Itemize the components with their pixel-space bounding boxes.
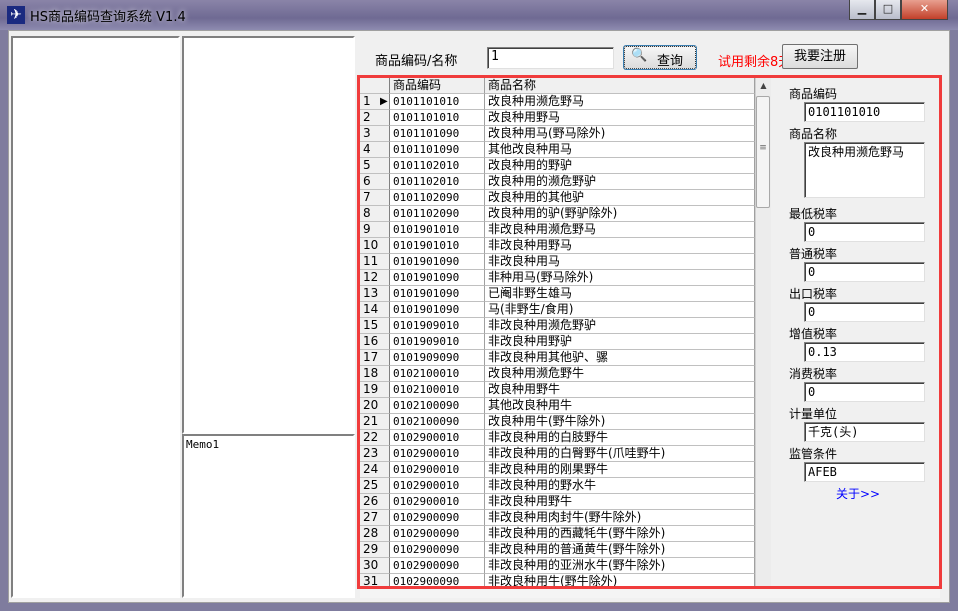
highlight-frame (357, 75, 942, 589)
horizontal-scrollbar[interactable] (360, 588, 940, 598)
close-button[interactable]: ✕ (901, 0, 948, 20)
memo-box[interactable]: Memo1 (182, 434, 355, 598)
maximize-button[interactable]: □ (875, 0, 901, 20)
search-label: 商品编码/名称 (375, 54, 458, 69)
airplane-icon: ✈ (7, 6, 25, 24)
query-button-label: 查询 (657, 54, 684, 69)
category-list-panel[interactable] (182, 36, 355, 434)
minimize-button[interactable]: ▁ (849, 0, 875, 20)
window-title: HS商品编码查询系统 V1.4 (30, 10, 186, 25)
left-tree-panel[interactable] (11, 36, 180, 598)
query-button[interactable]: 🔍 查询 (624, 46, 696, 69)
register-button[interactable]: 我要注册 (782, 44, 858, 69)
trial-remaining-text: 试用剩余8天 (718, 55, 782, 70)
search-input[interactable]: 1 (487, 47, 614, 69)
magnifier-icon: 🔍 (631, 48, 648, 63)
current-row-icon: ▶ (380, 96, 388, 107)
